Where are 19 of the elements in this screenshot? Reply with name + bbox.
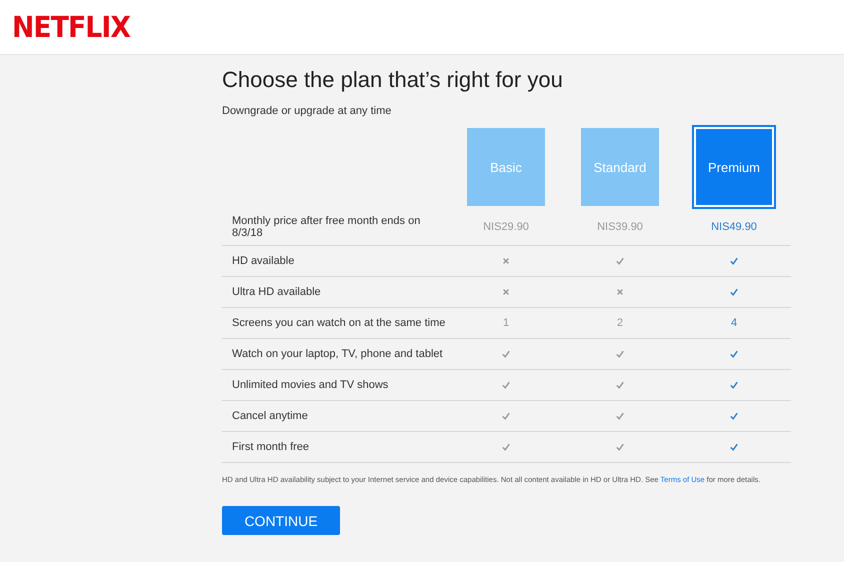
- plan-value: NIS29.90: [483, 221, 529, 233]
- feature-label: Ultra HD available: [231, 286, 322, 298]
- feature-label: Watch on your laptop, TV, phone and tablet: [231, 348, 444, 360]
- feature-label: Screens you can watch on at the same time: [231, 317, 446, 329]
- feature-label: First month free: [231, 441, 310, 453]
- logo: NETFLIX: [12, 10, 130, 44]
- page-subtitle: Downgrade or upgrade at any time: [222, 105, 392, 117]
- plan-value: NIS39.90: [597, 221, 643, 233]
- continue-button[interactable]: CONTINUE: [222, 506, 340, 535]
- plan-value: 2: [616, 317, 624, 329]
- feature-label: Monthly price after free month ends on 8/3/18: [231, 215, 422, 239]
- feature-label: HD available: [231, 255, 296, 267]
- plan-value: 4: [730, 317, 738, 329]
- page-title: Choose the plan that’s right for you: [222, 67, 564, 94]
- plan-value: 1: [502, 317, 510, 329]
- plan-value: NIS49.90: [711, 221, 757, 233]
- feature-label: Cancel anytime: [231, 410, 309, 422]
- feature-label: Unlimited movies and TV shows: [231, 379, 390, 391]
- plan-tab[interactable]: Premium: [694, 127, 774, 207]
